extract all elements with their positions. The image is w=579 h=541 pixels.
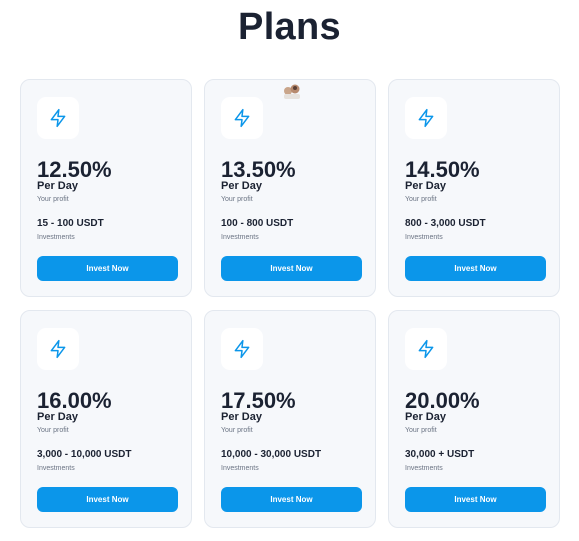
profit-label: Your profit [405,427,437,434]
investment-range: 3,000 - 10,000 USDT [37,449,132,460]
profit-label: Your profit [37,427,69,434]
plan-period: Per Day [405,180,446,192]
investments-label: Investments [405,465,443,472]
profit-label: Your profit [221,196,253,203]
investment-range: 800 - 3,000 USDT [405,218,486,229]
plan-rate: 12.50% [37,157,112,182]
investments-label: Investments [37,234,75,241]
invest-now-button[interactable]: Invest Now [37,256,178,281]
plan-period: Per Day [405,411,446,423]
plan-period: Per Day [221,180,262,192]
investments-label: Investments [221,465,259,472]
plan-rate: 14.50% [405,157,480,182]
plans-page: Plans 12.50% Per Day Your profit 15 - 10… [0,0,579,541]
plan-rate: 16.00% [37,388,112,413]
plan-rate: 13.50% [221,157,296,182]
lightning-icon [37,328,79,370]
plan-rate: 20.00% [405,388,480,413]
investment-range: 30,000 + USDT [405,449,475,460]
lightning-icon [37,97,79,139]
plan-period: Per Day [37,411,78,423]
investments-label: Investments [37,465,75,472]
investment-range: 15 - 100 USDT [37,218,104,229]
profit-label: Your profit [37,196,69,203]
investment-range: 10,000 - 30,000 USDT [221,449,322,460]
profit-label: Your profit [405,196,437,203]
plan-card: 17.50% Per Day Your profit 10,000 - 30,0… [204,310,376,528]
investment-range: 100 - 800 USDT [221,218,294,229]
invest-now-button[interactable]: Invest Now [405,487,546,512]
lightning-icon [405,328,447,370]
lightning-icon [221,328,263,370]
invest-now-button[interactable]: Invest Now [405,256,546,281]
plan-rate: 17.50% [221,388,296,413]
avatar [284,84,300,99]
plan-card: 13.50% Per Day Your profit 100 - 800 USD… [204,79,376,297]
plan-card: 16.00% Per Day Your profit 3,000 - 10,00… [20,310,192,528]
lightning-icon [221,97,263,139]
profit-label: Your profit [221,427,253,434]
lightning-icon [405,97,447,139]
plan-period: Per Day [37,180,78,192]
invest-now-button[interactable]: Invest Now [221,256,362,281]
plan-period: Per Day [221,411,262,423]
plan-card: 20.00% Per Day Your profit 30,000 + USDT… [388,310,560,528]
page-title: Plans [238,6,341,48]
investments-label: Investments [405,234,443,241]
invest-now-button[interactable]: Invest Now [221,487,362,512]
investments-label: Investments [221,234,259,241]
plan-card: 14.50% Per Day Your profit 800 - 3,000 U… [388,79,560,297]
invest-now-button[interactable]: Invest Now [37,487,178,512]
plan-card: 12.50% Per Day Your profit 15 - 100 USDT… [20,79,192,297]
